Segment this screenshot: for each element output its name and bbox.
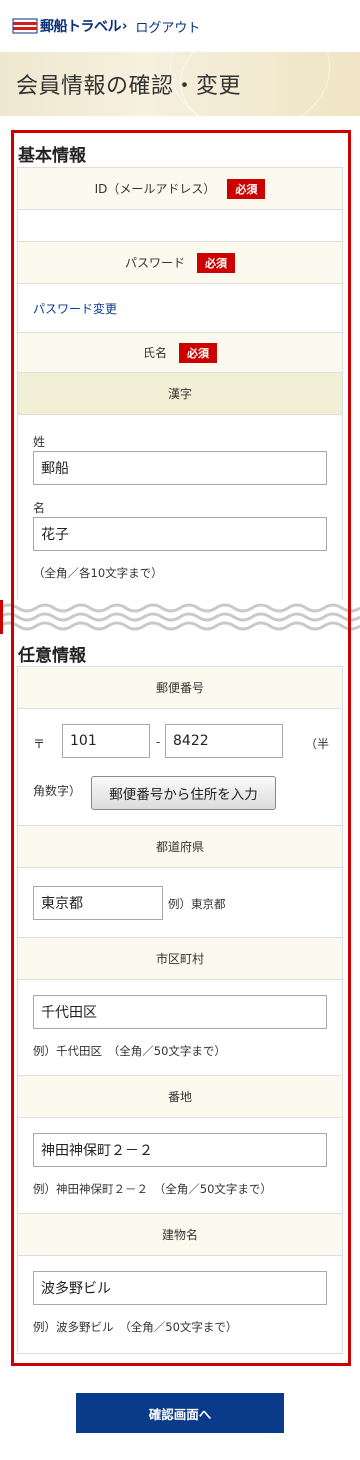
- addr-note: 例）神田神保町２－２ （全角／50文字まで）: [33, 1182, 272, 1196]
- addr-row: 神田神保町２－２ 例）神田神保町２－２ （全角／50文字まで）: [18, 1118, 342, 1214]
- addr-label: 番地: [167, 1090, 192, 1104]
- mei-input[interactable]: 花子: [33, 517, 327, 551]
- addr-input[interactable]: 神田神保町２－２: [33, 1133, 327, 1167]
- confirm-button[interactable]: 確認画面へ: [76, 1393, 284, 1433]
- required-badge: 必須: [227, 178, 266, 199]
- header: 郵船トラベル › ログアウト: [0, 0, 360, 52]
- pref-example: 例）東京都: [168, 897, 226, 911]
- bldg-label: 建物名: [161, 1228, 198, 1242]
- pref-row: 東京都 例）東京都: [18, 868, 342, 938]
- zip-label: 郵便番号: [155, 681, 204, 695]
- pref-input[interactable]: 東京都: [33, 886, 163, 920]
- zip-note-b: 角数字）: [33, 784, 82, 798]
- zip-lookup-button[interactable]: 郵便番号から住所を入力: [91, 776, 276, 810]
- required-badge: 必須: [179, 342, 217, 363]
- city-input[interactable]: 千代田区: [33, 995, 327, 1029]
- required-badge: 必須: [197, 252, 235, 273]
- basic-info-box: ID（メールアドレス） 必須 パスワード 必須 パスワード変更 氏名 必須 漢字…: [17, 167, 343, 601]
- zip-note-a: （半: [305, 737, 330, 751]
- id-label: ID（メールアドレス）: [94, 182, 216, 196]
- section-title-optional: 任意情報: [18, 646, 86, 666]
- flag-logo-icon: [12, 18, 38, 34]
- city-row: 千代田区 例）千代田区 （全角／50文字まで）: [18, 980, 342, 1076]
- wave-divider: [0, 600, 360, 634]
- section-title-basic: 基本情報: [18, 146, 86, 166]
- logo[interactable]: 郵船トラベル ›: [12, 16, 127, 36]
- kanji-header: 漢字: [18, 373, 342, 415]
- zip1-input[interactable]: 101: [62, 724, 150, 758]
- logo-text: 郵船トラベル: [40, 19, 122, 35]
- password-label: パスワード: [124, 256, 185, 270]
- id-value-row: [18, 210, 342, 242]
- id-header: ID（メールアドレス） 必須: [18, 168, 342, 210]
- pref-label: 都道府県: [155, 840, 204, 854]
- sei-input[interactable]: 郵船: [33, 451, 327, 485]
- optional-info-box: 郵便番号 〒 101 - 8422 （半 角数字） 郵便番号から住所を入力 都道…: [17, 666, 343, 1354]
- password-row: パスワード変更: [18, 284, 342, 333]
- zip-row: 〒 101 - 8422 （半 角数字） 郵便番号から住所を入力: [18, 709, 342, 826]
- zip-separator: -: [156, 735, 161, 749]
- kanji-label: 漢字: [167, 387, 192, 401]
- page-title-band: 会員情報の確認・変更: [0, 52, 360, 116]
- city-header: 市区町村: [18, 938, 342, 980]
- zip-header: 郵便番号: [18, 667, 342, 709]
- postal-mark-icon: 〒: [33, 737, 46, 751]
- bldg-row: 波多野ビル 例）波多野ビル （全角／50文字まで）: [18, 1256, 342, 1352]
- name-label: 氏名: [142, 346, 167, 360]
- bldg-header: 建物名: [18, 1214, 342, 1256]
- sei-label: 姓: [33, 435, 46, 449]
- logout-link[interactable]: ログアウト: [135, 17, 200, 36]
- password-change-link[interactable]: パスワード変更: [33, 300, 117, 317]
- city-label: 市区町村: [155, 952, 204, 966]
- bldg-note: 例）波多野ビル （全角／50文字まで）: [33, 1320, 238, 1334]
- name-fields: 姓 郵船 名 花子 （全角／各10文字まで）: [18, 415, 342, 601]
- name-note: （全角／各10文字まで）: [33, 566, 163, 580]
- pref-header: 都道府県: [18, 826, 342, 868]
- addr-header: 番地: [18, 1076, 342, 1118]
- bldg-input[interactable]: 波多野ビル: [33, 1271, 327, 1305]
- name-header: 氏名 必須: [18, 333, 342, 373]
- zip2-input[interactable]: 8422: [165, 724, 283, 758]
- city-note: 例）千代田区 （全角／50文字まで）: [33, 1044, 226, 1058]
- mei-label: 名: [33, 501, 46, 515]
- password-header: パスワード 必須: [18, 242, 342, 284]
- chevron-right-icon: ›: [122, 18, 128, 34]
